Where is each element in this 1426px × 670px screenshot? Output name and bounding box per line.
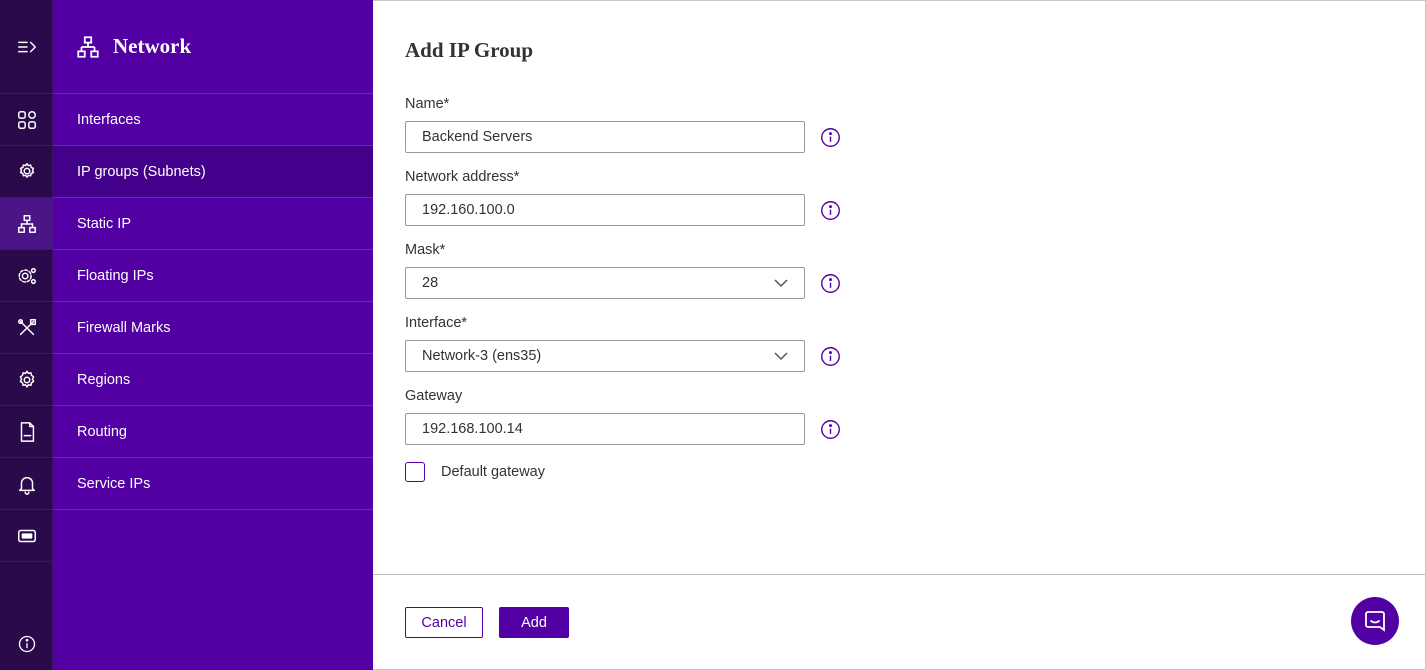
sidebar-header: Network (53, 0, 373, 94)
rail-item-settings[interactable] (0, 354, 53, 406)
network-address-info-icon[interactable] (820, 200, 841, 221)
interface-select[interactable]: Network-3 (ens35) (405, 340, 805, 372)
mask-select[interactable]: 28 (405, 267, 805, 299)
network-address-label: Network address* (405, 169, 520, 185)
ticket-icon (17, 529, 36, 542)
sidebar-item-firewall-marks[interactable]: Firewall Marks (53, 302, 373, 354)
network-icon (77, 35, 99, 58)
sidebar-item-routing[interactable]: Routing (53, 406, 373, 458)
gateway-info-icon[interactable] (820, 419, 841, 440)
tools-icon (17, 318, 36, 335)
rail-item-location-gear[interactable] (0, 146, 53, 198)
rail-info-button[interactable] (0, 618, 53, 670)
mask-label: Mask* (405, 242, 446, 258)
network-address-input[interactable] (405, 194, 805, 226)
icon-rail (0, 0, 53, 670)
default-gateway-row: Default gateway (405, 462, 545, 482)
name-label: Name* (405, 96, 450, 112)
chat-button[interactable] (1351, 597, 1399, 645)
gateway-input[interactable] (405, 413, 805, 445)
main-panel: Add IP Group Name* Network address* Mask… (373, 0, 1426, 670)
sidebar-item-regions[interactable]: Regions (53, 354, 373, 406)
network-icon (17, 214, 36, 233)
dashboard-icon (17, 110, 36, 129)
name-info-icon[interactable] (820, 127, 841, 148)
sidebar-title: Network (113, 34, 192, 58)
cancel-button[interactable]: Cancel (405, 607, 483, 638)
rail-item-tools[interactable] (0, 302, 53, 354)
name-input[interactable] (405, 121, 805, 153)
menu-expand-icon (17, 41, 36, 52)
info-icon (18, 635, 35, 653)
chevron-down-icon (774, 352, 788, 361)
interface-value: Network-3 (ens35) (422, 348, 542, 364)
mask-value: 28 (422, 275, 439, 291)
rail-item-dashboard[interactable] (0, 94, 53, 146)
multi-gear-icon (17, 267, 36, 284)
rail-item-logs[interactable] (0, 406, 53, 458)
sidebar-item-ip-groups[interactable]: IP groups (Subnets) (53, 146, 373, 198)
default-gateway-label[interactable]: Default gateway (441, 464, 545, 480)
rail-item-notifications[interactable] (0, 458, 53, 510)
default-gateway-checkbox[interactable] (405, 462, 425, 482)
page-title: Add IP Group (405, 38, 533, 62)
rail-item-ticket[interactable] (0, 510, 53, 562)
gateway-label: Gateway (405, 388, 463, 404)
footer-divider (373, 574, 1425, 575)
sidebar-item-static-ip[interactable]: Static IP (53, 198, 373, 250)
rail-item-multi-gear[interactable] (0, 250, 53, 302)
menu-expand-button[interactable] (0, 0, 53, 94)
sidebar-item-service-ips[interactable]: Service IPs (53, 458, 373, 510)
interface-info-icon[interactable] (820, 346, 841, 367)
add-button[interactable]: Add (499, 607, 569, 638)
sidebar-item-interfaces[interactable]: Interfaces (53, 94, 373, 146)
rail-item-network[interactable] (0, 198, 53, 250)
gear-icon (19, 370, 34, 388)
sidebar: Network Interfaces IP groups (Subnets) S… (53, 0, 373, 670)
chat-icon (1365, 611, 1385, 632)
chevron-down-icon (774, 279, 788, 288)
mask-info-icon[interactable] (820, 273, 841, 294)
log-file-icon (20, 421, 34, 442)
sidebar-item-floating-ips[interactable]: Floating IPs (53, 250, 373, 302)
interface-label: Interface* (405, 315, 468, 331)
bell-icon (18, 476, 35, 495)
location-gear-icon (19, 162, 34, 178)
